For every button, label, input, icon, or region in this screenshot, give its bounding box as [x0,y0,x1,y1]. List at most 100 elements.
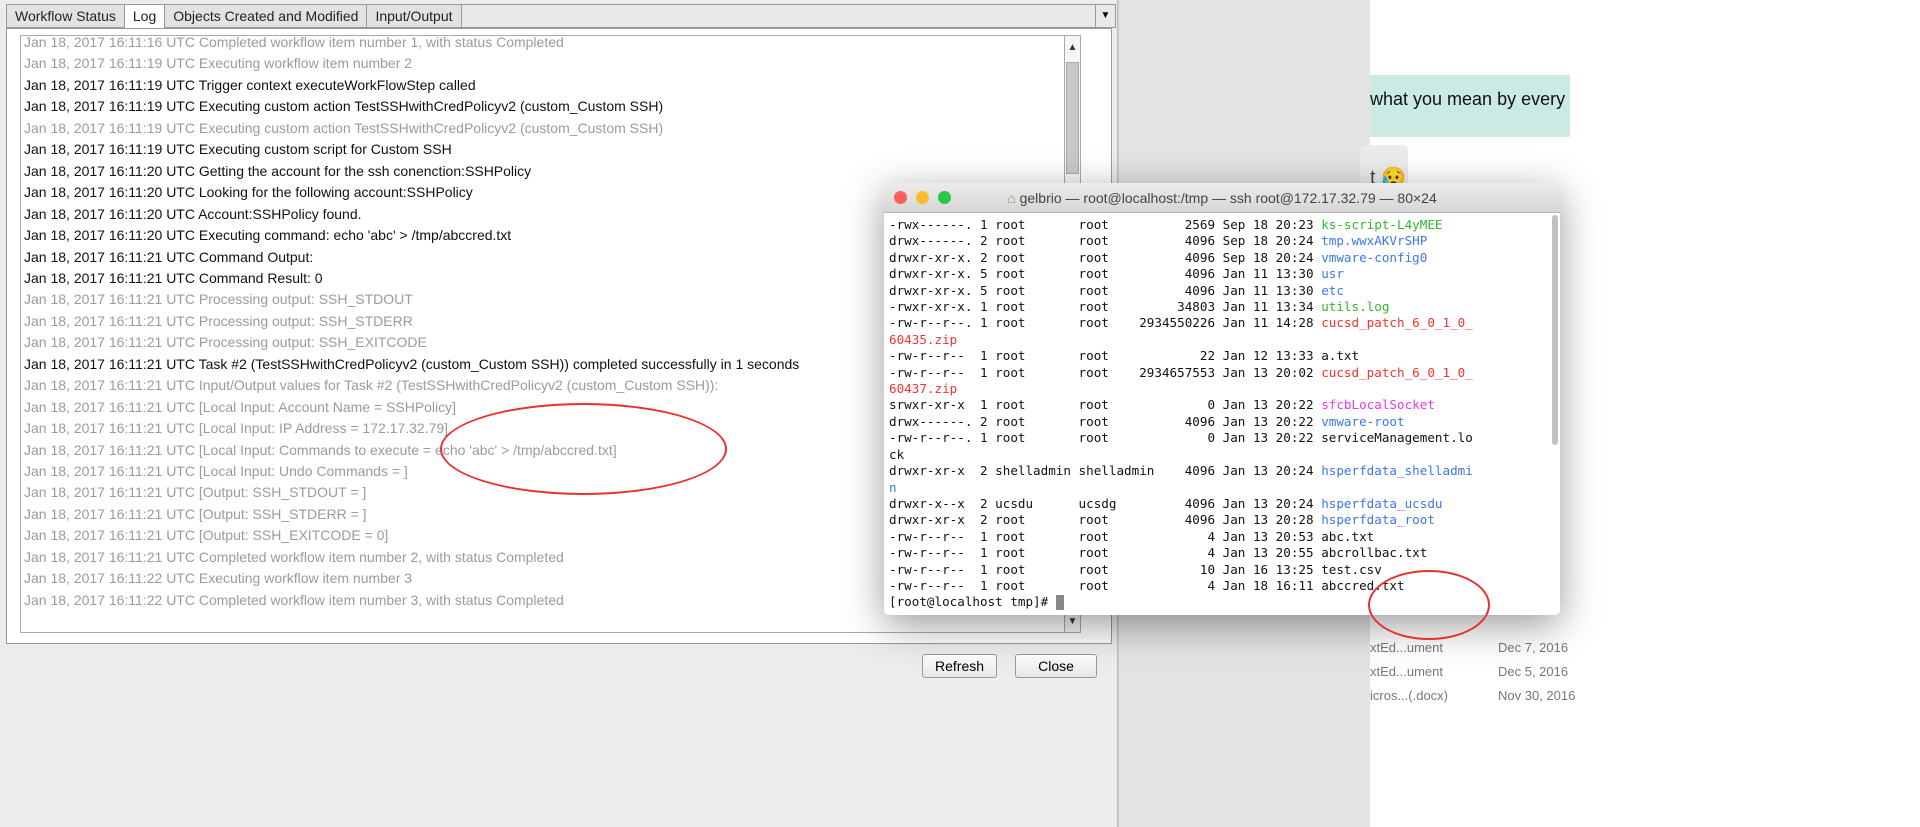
file-details: drwxr-xr-x 2 shelladmin shelladmin 4096 … [889,463,1322,479]
file-details: drwxr-xr-x. 5 root root 4096 Jan 11 13:3… [889,266,1322,282]
close-window-button[interactable] [894,191,907,204]
file-name: abc.txt [1321,528,1375,544]
terminal-scrollbar[interactable] [1552,215,1558,613]
file-details: srwxr-xr-x 1 root root 0 Jan 13 20:22 [889,397,1322,413]
file-name: usr [1321,266,1344,282]
log-line: Jan 18, 2017 16:11:19 UTC Executing cust… [24,119,664,136]
home-icon: ⌂ [1007,190,1016,206]
tab-log[interactable]: Log [124,5,166,29]
log-line: Jan 18, 2017 16:11:20 UTC Getting the ac… [24,162,532,179]
file-details: -rwx------. 1 root root 2569 Sep 18 20:2… [889,217,1322,232]
terminal-line: -rw-r--r-- 1 root root 22 Jan 12 13:33 a… [889,348,1473,364]
terminal-line: n [889,480,1473,496]
file-date: Nov 30, 2016 [1498,688,1576,703]
terminal-line: 60435.zip [889,332,1473,348]
terminal-output[interactable]: -rwx------. 1 root root 2569 Sep 18 20:2… [889,217,1473,611]
file-details: drwxr-x--x 2 ucsdu ucsdg 4096 Jan 13 20:… [889,495,1322,511]
file-details: drwxr-xr-x. 5 root root 4096 Jan 11 13:3… [889,282,1322,298]
file-name: hsperfdata_root [1321,512,1435,528]
file-name: ks-script-L4yMEE [1321,217,1443,232]
file-details: drwxr-xr-x. 2 root root 4096 Sep 18 20:2… [889,249,1322,265]
annotation-circle [440,403,727,495]
log-line: Jan 18, 2017 16:11:21 UTC [Output: SSH_S… [24,484,367,501]
file-name: a.txt [1321,348,1360,364]
file-details: -rw-r--r--. 1 root root 0 Jan 13 20:22 [889,430,1322,446]
log-line: Jan 18, 2017 16:11:20 UTC Executing comm… [24,227,512,244]
file-details: drwx------. 2 root root 4096 Sep 18 20:2… [889,233,1322,249]
scrollbar-thumb[interactable] [1552,215,1558,445]
file-kind: icros...(.docx) [1370,688,1449,703]
terminal-line: drwxr-xr-x. 5 root root 4096 Jan 11 13:3… [889,266,1473,282]
log-line: Jan 18, 2017 16:11:22 UTC Executing work… [24,570,413,587]
terminal-window: ⌂ gelbrio — root@localhost:/tmp — ssh ro… [884,183,1560,615]
log-line: Jan 18, 2017 16:11:21 UTC Command Output… [24,248,314,265]
cursor [1055,595,1064,611]
file-name: 60437.zip [889,381,958,397]
terminal-title: gelbrio — root@localhost:/tmp — ssh root… [1019,190,1437,206]
file-name: sfcbLocalSocket [1321,397,1435,413]
annotation-circle [1368,570,1490,640]
terminal-line: drwxr-xr-x 2 shelladmin shelladmin 4096 … [889,463,1473,479]
log-line: Jan 18, 2017 16:11:21 UTC Input/Output v… [24,377,719,394]
log-line: Jan 18, 2017 16:11:21 UTC Processing out… [24,291,413,308]
file-details: -rw-r--r-- 1 root root 4 Jan 18 16:11 [889,577,1322,593]
scroll-up-icon[interactable]: ▲ [1065,38,1080,58]
log-line: Jan 18, 2017 16:11:19 UTC Executing cust… [24,141,452,158]
file-list-row[interactable]: xtEd...ument Dec 5, 2016 [1370,664,1588,682]
file-kind: xtEd...ument [1370,664,1443,679]
file-name: etc [1321,282,1344,298]
scroll-down-icon[interactable]: ▼ [1065,612,1080,632]
chat-message: what you mean by every [1370,89,1566,109]
tab-objects-created-and-modified[interactable]: Objects Created and Modified [165,5,368,27]
terminal-line: drwxr-xr-x. 2 root root 4096 Sep 18 20:2… [889,250,1473,266]
tab-list-dropdown-icon[interactable]: ▼ [1095,5,1115,27]
file-name: hsperfdata_shelladmi [1321,463,1473,479]
terminal-line: -rwx------. 1 root root 2569 Sep 18 20:2… [889,217,1473,233]
log-line: Jan 18, 2017 16:11:21 UTC Task #2 (TestS… [24,355,800,372]
refresh-button[interactable]: Refresh [922,654,998,678]
terminal-line: drwxr-xr-x. 5 root root 4096 Jan 11 13:3… [889,283,1473,299]
log-line: Jan 18, 2017 16:11:20 UTC Account:SSHPol… [24,205,362,222]
log-line: Jan 18, 2017 16:11:21 UTC [Output: SSH_S… [24,505,367,522]
file-details: -rw-r--r-- 1 root root 10 Jan 16 13:25 [889,561,1322,577]
terminal-line: -rw-r--r--. 1 root root 2934550226 Jan 1… [889,315,1473,331]
file-details: drwxr-xr-x 2 root root 4096 Jan 13 20:28 [889,512,1322,528]
file-name: utils.log [1321,299,1390,315]
file-list-row[interactable]: xtEd...ument Dec 7, 2016 [1370,640,1588,658]
terminal-line: drwxr-xr-x 2 root root 4096 Jan 13 20:28… [889,512,1473,528]
log-line: Jan 18, 2017 16:11:21 UTC [Output: SSH_E… [24,527,389,544]
log-line: Jan 18, 2017 16:11:21 UTC [Local Input: … [24,420,449,437]
log-line: Jan 18, 2017 16:11:21 UTC Command Result… [24,269,323,286]
log-line: Jan 18, 2017 16:11:21 UTC [Local Input: … [24,463,408,479]
file-name: 60435.zip [889,331,958,347]
log-line: Jan 18, 2017 16:11:21 UTC Processing out… [24,334,427,351]
terminal-line: drwxr-x--x 2 ucsdu ucsdg 4096 Jan 13 20:… [889,496,1473,512]
file-name: test.csv [1321,561,1382,577]
file-name: hsperfdata_ucsdu [1321,495,1443,511]
scrollbar-thumb[interactable] [1066,62,1079,174]
log-line: Jan 18, 2017 16:11:19 UTC Executing work… [24,55,413,72]
file-details: -rw-r--r-- 1 root root 4 Jan 13 20:53 [889,528,1322,544]
log-line: Jan 18, 2017 16:11:22 UTC Completed work… [24,591,564,608]
zoom-window-button[interactable] [938,191,951,204]
log-line: Jan 18, 2017 16:11:19 UTC Executing cust… [24,98,664,115]
terminal-line: -rw-r--r-- 1 root root 4 Jan 13 20:53 ab… [889,529,1473,545]
terminal-line: -rw-r--r--. 1 root root 0 Jan 13 20:22 s… [889,430,1473,446]
minimize-window-button[interactable] [916,191,929,204]
tab-input-output[interactable]: Input/Output [367,5,462,27]
log-line: Jan 18, 2017 16:11:20 UTC Looking for th… [24,184,473,201]
terminal-line: -rw-r--r-- 1 root root 4 Jan 13 20:55 ab… [889,545,1473,561]
close-button[interactable]: Close [1015,654,1097,678]
log-line: Jan 18, 2017 16:11:21 UTC [Local Input: … [24,398,457,415]
file-list-row[interactable]: icros...(.docx) Nov 30, 2016 [1370,688,1588,706]
file-details: -rw-r--r-- 1 root root 22 Jan 12 13:33 [889,348,1322,364]
terminal-line: drwx------. 2 root root 4096 Sep 18 20:2… [889,233,1473,249]
file-name: cucsd_patch_6_0_1_0_ [1321,315,1473,331]
terminal-line: -rw-r--r-- 1 root root 2934657553 Jan 13… [889,365,1473,381]
file-details: drwx------. 2 root root 4096 Jan 13 20:2… [889,413,1322,429]
terminal-line: ck [889,447,1473,463]
tab-workflow-status[interactable]: Workflow Status [7,5,125,27]
file-details: -rw-r--r--. 1 root root 2934550226 Jan 1… [889,315,1322,331]
file-kind: xtEd...ument [1370,640,1443,655]
file-name: cucsd_patch_6_0_1_0_ [1321,364,1473,380]
